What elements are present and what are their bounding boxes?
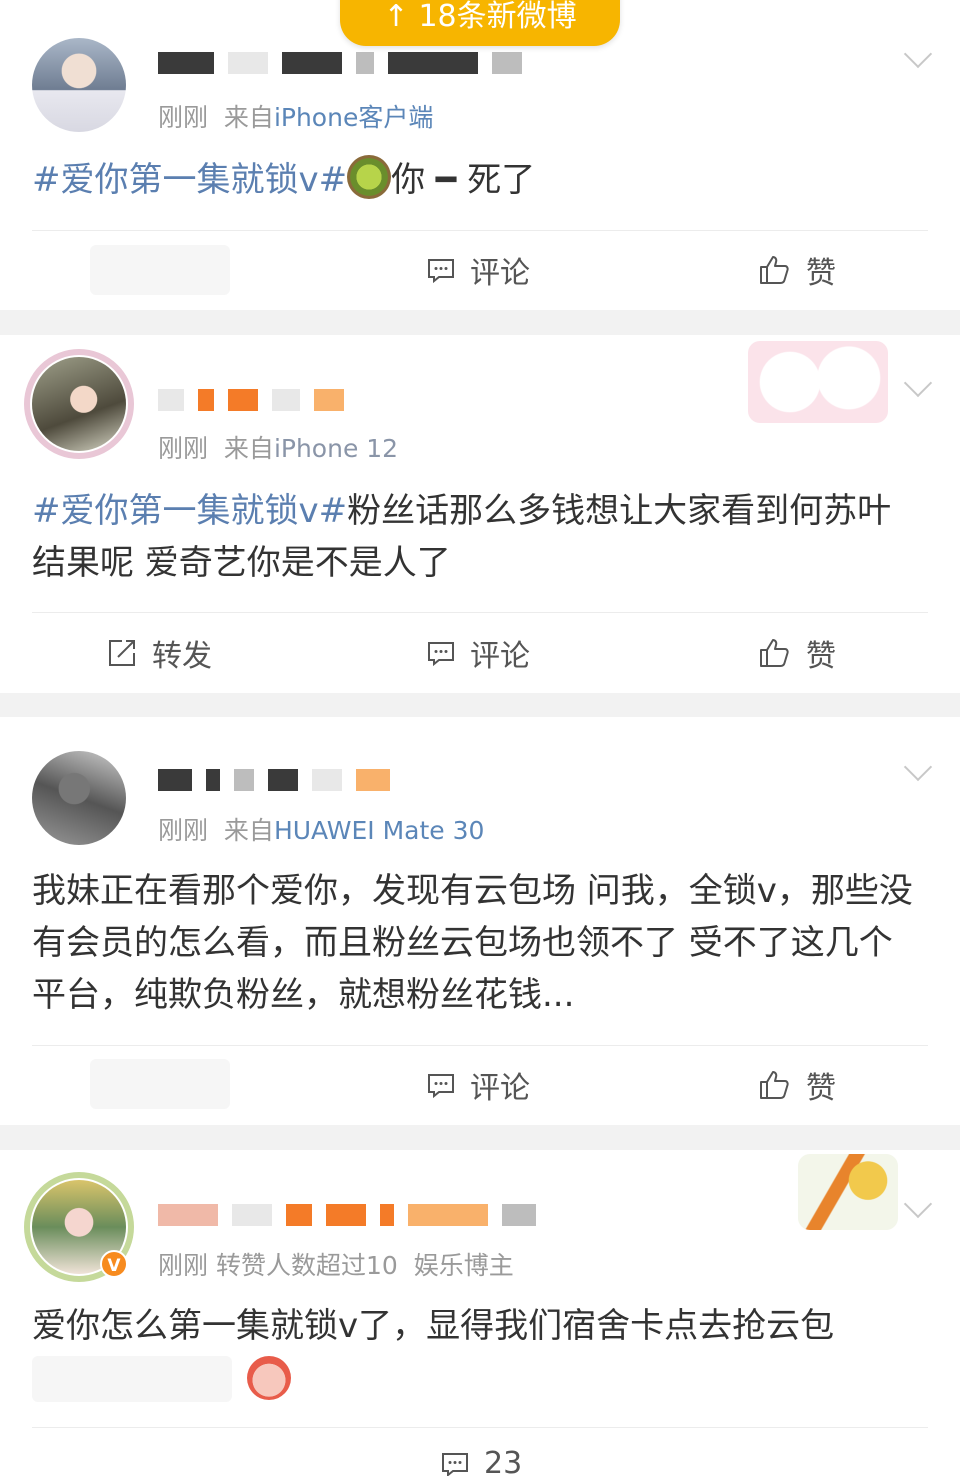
post-card[interactable]: 刚刚 来自iPhone 12 #爱你第一集就锁v#粉丝话那么多钱想让大家看到何苏… [0, 335, 960, 693]
comment-icon [426, 638, 456, 668]
divider [32, 612, 928, 613]
up-arrow-icon: ↑ [383, 0, 409, 34]
avatar[interactable] [32, 751, 126, 845]
divider [32, 1427, 928, 1428]
post-meta: 刚刚 来自HUAWEI Mate 30 [158, 811, 484, 847]
comment-button[interactable]: 23 [440, 1446, 522, 1476]
repost-icon [106, 637, 138, 669]
thumbs-up-icon [758, 1068, 792, 1102]
chevron-down-icon[interactable] [903, 368, 933, 398]
repost-button[interactable]: 转发 [106, 631, 212, 675]
repost-faded [90, 245, 230, 295]
verified-badge: V [100, 1250, 128, 1278]
post-time: 刚刚 [158, 103, 209, 132]
post-meta: 刚刚 来自iPhone客户端 [158, 98, 433, 134]
divider [32, 1045, 928, 1046]
like-button[interactable]: 赞 [758, 1063, 836, 1107]
laughing-emoji-icon [247, 1356, 291, 1400]
divider [32, 230, 928, 231]
username-redacted[interactable] [158, 46, 522, 80]
sticker-decoration [798, 1154, 898, 1230]
post-card[interactable]: 刚刚 来自iPhone客户端 #爱你第一集就锁v# 你 ━ 死了 评论 赞 [0, 0, 960, 310]
post-card[interactable]: 刚刚 来自HUAWEI Mate 30 我妹正在看那个爱你，发现有云包场 问我，… [0, 717, 960, 1125]
avatar[interactable] [32, 38, 126, 132]
username-redacted[interactable] [158, 383, 344, 417]
post-source[interactable]: iPhone 12 [274, 434, 398, 463]
post-source[interactable]: iPhone客户端 [274, 103, 433, 132]
repost-faded [90, 1059, 230, 1109]
post-text-rest: 你 ━ 死了 [391, 160, 536, 200]
post-meta: 刚刚 转赞人数超过10 娱乐博主 [158, 1246, 514, 1282]
like-button[interactable]: 赞 [758, 248, 836, 292]
comment-button[interactable]: 评论 [426, 631, 530, 675]
like-label: 赞 [806, 639, 836, 674]
chevron-down-icon[interactable] [903, 752, 933, 782]
avatar[interactable] [32, 357, 126, 451]
text-faded [32, 1356, 232, 1402]
chevron-down-icon[interactable] [903, 39, 933, 69]
post-text-line: 爱你怎么第一集就锁v了，显得我们宿舍卡点去抢云包 [32, 1306, 835, 1346]
thumbs-up-icon [758, 253, 792, 287]
kiwi-emoji-icon [347, 155, 392, 199]
comment-count: 23 [484, 1446, 523, 1476]
chevron-down-icon[interactable] [903, 1189, 933, 1219]
source-prefix: 来自 [223, 816, 274, 845]
source-prefix: 来自 [223, 434, 274, 463]
like-label: 赞 [806, 256, 836, 291]
post-meta: 刚刚 来自iPhone 12 [158, 429, 398, 465]
sticker-decoration [748, 341, 888, 423]
toast-label: 18条新微博 [418, 0, 577, 34]
hashtag-link[interactable]: #爱你第一集就锁v# [32, 160, 347, 200]
hashtag-link[interactable]: #爱你第一集就锁v# [32, 491, 347, 531]
comment-label: 评论 [470, 256, 530, 291]
comment-label: 评论 [470, 639, 530, 674]
user-tag: 娱乐博主 [413, 1251, 514, 1280]
comment-button[interactable]: 评论 [426, 1063, 530, 1107]
thumbs-up-icon [758, 636, 792, 670]
username-redacted[interactable] [158, 1198, 536, 1232]
source-prefix: 来自 [223, 103, 274, 132]
post-time: 刚刚 [158, 816, 209, 845]
like-button[interactable]: 赞 [758, 631, 836, 675]
like-label: 赞 [806, 1071, 836, 1106]
post-source[interactable]: HUAWEI Mate 30 [274, 816, 485, 845]
comment-icon [440, 1449, 470, 1476]
post-extra: 转赞人数超过10 [215, 1251, 398, 1280]
post-text: 我妹正在看那个爱你，发现有云包场 问我，全锁v，那些没有会员的怎么看，而且粉丝云… [32, 871, 913, 1015]
comment-icon [426, 255, 456, 285]
post-text: #爱你第一集就锁v#粉丝话那么多钱想让大家看到何苏叶结果呢 爱奇艺你是不是人了 [32, 485, 922, 589]
comment-label: 评论 [470, 1071, 530, 1106]
new-posts-toast[interactable]: ↑ 18条新微博 [340, 0, 620, 46]
repost-label: 转发 [152, 639, 212, 674]
comment-button[interactable]: 评论 [426, 248, 530, 292]
post-card[interactable]: V 刚刚 转赞人数超过10 娱乐博主 爱你怎么第一集就锁v了，显得我们宿舍卡点去… [0, 1150, 960, 1476]
post-time: 刚刚 [158, 1251, 209, 1280]
post-time: 刚刚 [158, 434, 209, 463]
username-redacted[interactable] [158, 763, 390, 797]
comment-icon [426, 1070, 456, 1100]
post-text: #爱你第一集就锁v# 你 ━ 死了 [32, 154, 922, 206]
